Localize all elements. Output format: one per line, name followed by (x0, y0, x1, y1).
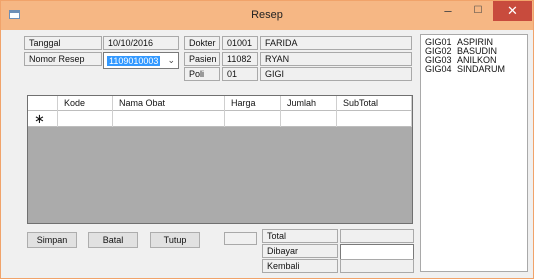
row-header-cell[interactable]: ∗ (28, 111, 58, 127)
kembali-value (340, 259, 414, 273)
close-button[interactable]: ✕ (493, 1, 532, 21)
pasien-code: 11082 (222, 52, 258, 66)
simpan-button[interactable]: Simpan (27, 232, 77, 248)
batal-button[interactable]: Batal (88, 232, 138, 248)
grid-header-row: Kode Nama Obat Harga Jumlah SubTotal (28, 96, 412, 111)
column-header-jumlah[interactable]: Jumlah (281, 96, 337, 111)
poli-label: Poli (184, 67, 220, 81)
new-row-icon: ∗ (34, 111, 45, 126)
maximize-button[interactable]: ☐ (463, 1, 493, 21)
pasien-label: Pasien (184, 52, 220, 66)
pasien-name: RYAN (260, 52, 412, 66)
harga-cell[interactable] (225, 111, 281, 127)
dokter-name: FARIDA (260, 36, 412, 50)
jumlah-cell[interactable] (281, 111, 337, 127)
prescription-grid[interactable]: Kode Nama Obat Harga Jumlah SubTotal ∗ (27, 95, 413, 224)
column-header-nama-obat[interactable]: Nama Obat (113, 96, 225, 111)
status-box (224, 232, 257, 245)
grid-new-row[interactable]: ∗ (28, 111, 412, 127)
nama-obat-cell[interactable] (113, 111, 225, 127)
minimize-button[interactable]: ‒ (433, 1, 463, 21)
title-bar[interactable]: Resep ‒ ☐ ✕ (1, 1, 533, 30)
nomor-resep-label: Nomor Resep (24, 52, 102, 66)
drug-code: GIG04 (425, 64, 452, 74)
kode-cell[interactable] (58, 111, 113, 127)
tanggal-value: 10/10/2016 (103, 36, 179, 50)
chevron-down-icon[interactable]: ⌄ (167, 55, 175, 66)
column-header-kode[interactable]: Kode (58, 96, 113, 111)
column-header-harga[interactable]: Harga (225, 96, 281, 111)
poli-code: 01 (222, 67, 258, 81)
drug-list-box[interactable]: GIG01 ASPIRIN GIG02 BASUDIN GIG03 ANILKON G… (420, 34, 528, 272)
column-header-subtotal[interactable]: SubTotal (337, 96, 412, 111)
kembali-label: Kembali (262, 259, 338, 273)
total-value (340, 229, 414, 243)
dibayar-input[interactable] (340, 244, 414, 260)
resep-window: Resep ‒ ☐ ✕ Tanggal 10/10/2016 Nomor Res… (0, 0, 534, 279)
tutup-button[interactable]: Tutup (150, 232, 200, 248)
subtotal-cell[interactable] (337, 111, 412, 127)
total-label: Total (262, 229, 338, 243)
poli-name: GIGI (260, 67, 412, 81)
nomor-resep-selected-value: 1109010003 (107, 56, 161, 66)
dokter-code: 01001 (222, 36, 258, 50)
dokter-label: Dokter (184, 36, 220, 50)
grid-row-header-corner (28, 96, 58, 111)
nomor-resep-combobox[interactable]: 1109010003 ⌄ (103, 52, 179, 69)
dibayar-label: Dibayar (262, 244, 338, 258)
drug-name: SINDARUM (457, 64, 506, 74)
drug-list-item[interactable]: GIG04 SINDARUM (425, 65, 505, 74)
tanggal-label: Tanggal (24, 36, 102, 50)
